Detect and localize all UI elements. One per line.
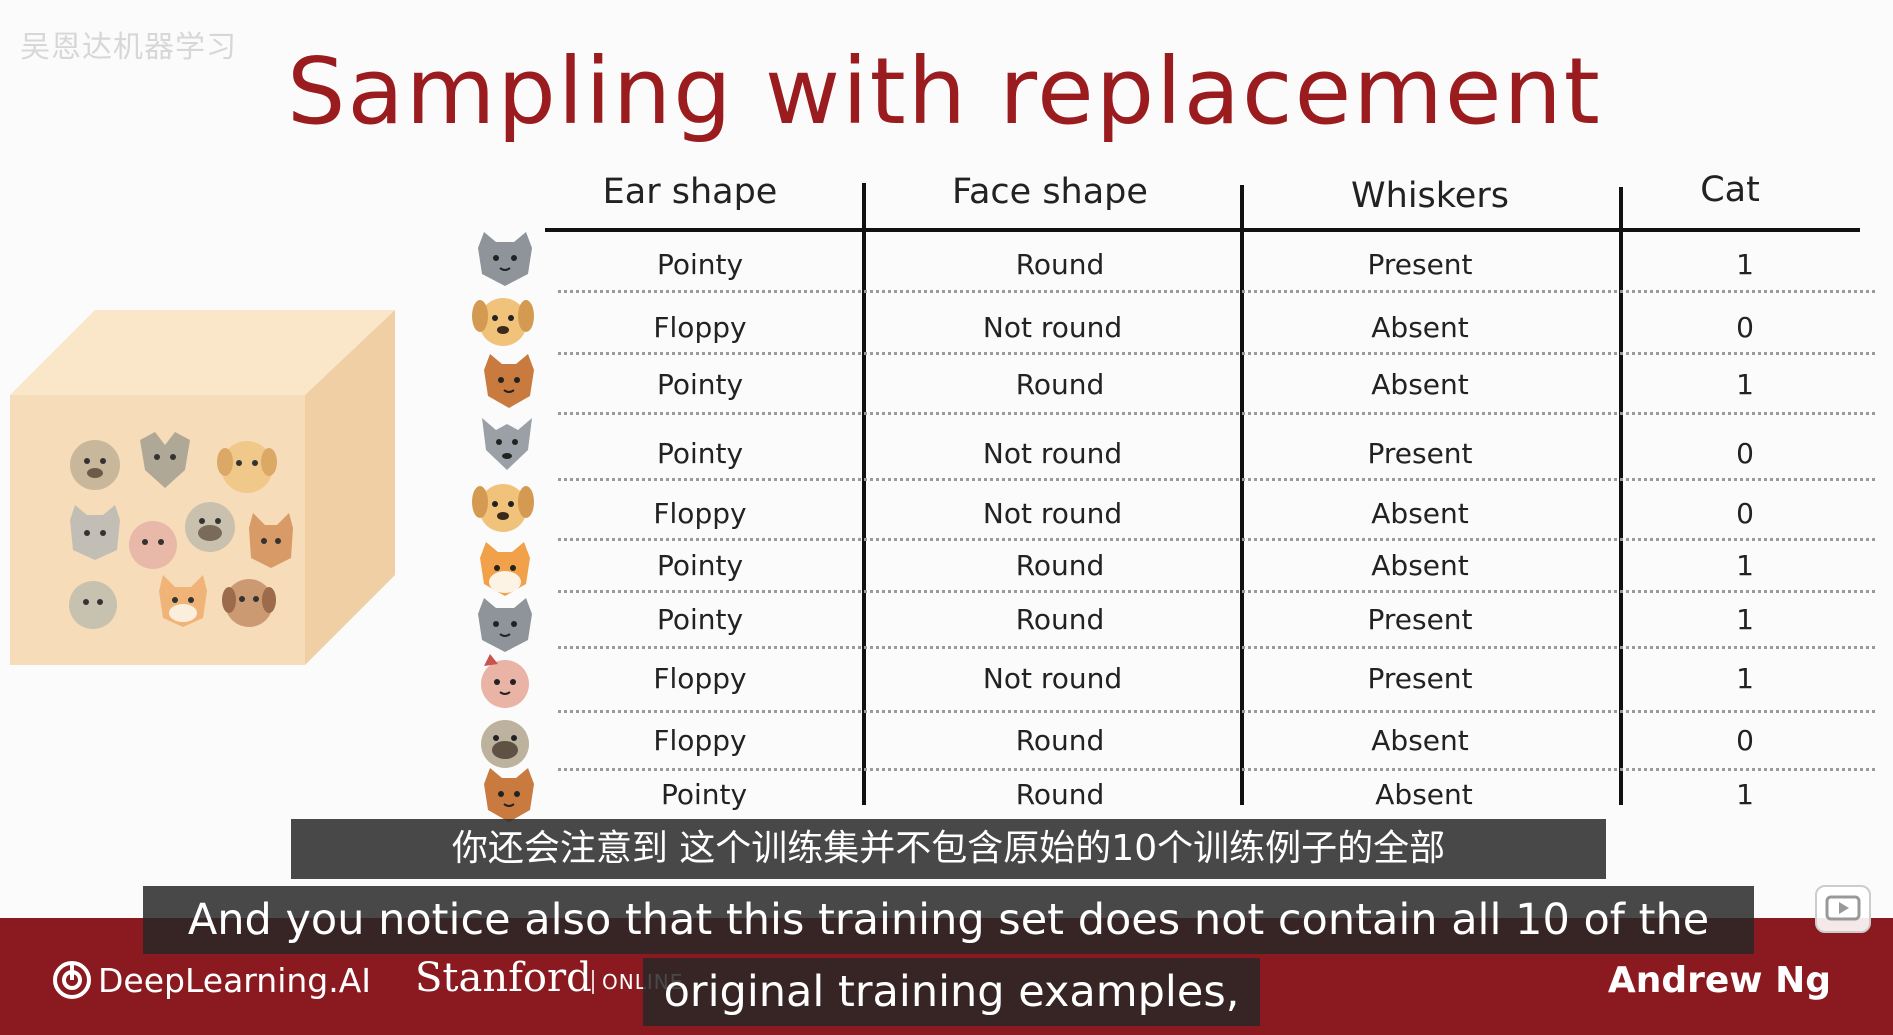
play-icon (1825, 895, 1861, 921)
row-separator (558, 290, 1875, 293)
cell-ear: Pointy (656, 248, 744, 281)
cell-face: Round (1015, 248, 1105, 281)
header-face-shape: Face shape (952, 172, 1148, 212)
yellow-dog-icon (472, 484, 534, 532)
cell-face: Round (1015, 724, 1105, 757)
cell-face: Not round (982, 311, 1123, 344)
cell-cat: 0 (1736, 311, 1754, 344)
row-separator (558, 478, 1875, 481)
stanford-logo: Stanford (415, 955, 592, 1001)
cell-whiskers: Absent (1375, 778, 1473, 811)
cell-cat: 1 (1736, 662, 1754, 695)
watermark-text: 吴恩达机器学习 (20, 30, 237, 65)
row-separator (558, 768, 1875, 771)
cell-face: Round (1015, 778, 1105, 811)
yellow-dog-icon (472, 298, 534, 346)
cell-ear: Floppy (653, 311, 747, 344)
gray-wolf-icon (482, 418, 532, 470)
cell-cat: 1 (1736, 603, 1754, 636)
cell-ear: Pointy (656, 603, 744, 636)
cell-ear: Floppy (653, 497, 747, 530)
cell-ear: Floppy (653, 662, 747, 695)
cell-face: Not round (982, 437, 1123, 470)
gray-cat-icon (478, 232, 532, 286)
header-underline (545, 228, 1860, 232)
orange-cat-icon (484, 354, 534, 408)
cell-face: Round (1015, 603, 1105, 636)
header-whiskers: Whiskers (1351, 176, 1509, 216)
column-divider-1 (862, 183, 866, 805)
cell-cat: 1 (1736, 549, 1754, 582)
column-divider-3 (1619, 187, 1623, 805)
pug-dog-icon (70, 440, 120, 490)
cell-face: Not round (982, 497, 1123, 530)
cell-whiskers: Absent (1371, 368, 1469, 401)
cell-ear: Pointy (656, 368, 744, 401)
deeplearning-text: DeepLearning.AI (98, 960, 372, 1000)
row-separator (558, 352, 1875, 355)
cell-whiskers: Present (1367, 437, 1473, 470)
cell-whiskers: Absent (1371, 311, 1469, 344)
subtitle-english-line2: original training examples, (643, 958, 1260, 1026)
row-separator (558, 710, 1875, 713)
cell-ear: Pointy (656, 437, 744, 470)
cell-ear: Floppy (653, 724, 747, 757)
subtitle-chinese: 你还会注意到 这个训练集并不包含原始的10个训练例子的全部 (291, 819, 1606, 879)
pug-dog-icon (481, 720, 529, 768)
subtitle-english-line1: And you notice also that this training s… (143, 886, 1754, 954)
row-separator (558, 646, 1875, 649)
cell-cat: 0 (1736, 437, 1754, 470)
orange-white-cat-icon (480, 542, 530, 596)
pink-cat-icon (129, 521, 177, 569)
slide-title: Sampling with replacement (287, 38, 1602, 145)
cell-ear: Pointy (660, 778, 748, 811)
cell-cat: 1 (1736, 248, 1754, 281)
cell-ear: Pointy (656, 549, 744, 582)
player-tv-icon[interactable] (1815, 885, 1871, 933)
pug-dog-icon-2 (185, 502, 235, 552)
column-divider-2 (1240, 185, 1244, 805)
row-separator (558, 538, 1875, 541)
cell-whiskers: Present (1367, 248, 1473, 281)
training-set-cube (10, 310, 395, 665)
cell-whiskers: Present (1367, 603, 1473, 636)
cell-whiskers: Absent (1371, 724, 1469, 757)
video-frame: 吴恩达机器学习 Sampling with replacement Ear sh… (0, 0, 1893, 1035)
cell-face: Round (1015, 549, 1105, 582)
row-separator (558, 590, 1875, 593)
deeplearning-logo: DeepLearning.AI (52, 960, 371, 1000)
header-cat: Cat (1700, 170, 1760, 210)
cell-face: Not round (982, 662, 1123, 695)
cell-cat: 1 (1736, 368, 1754, 401)
header-ear-shape: Ear shape (602, 172, 778, 212)
cell-face: Round (1015, 368, 1105, 401)
pink-cat-icon (481, 654, 529, 708)
presenter-name: Andrew Ng (1607, 960, 1831, 1001)
cell-whiskers: Present (1367, 662, 1473, 695)
gray-cat-icon-2 (69, 581, 117, 629)
orange-cat-icon (484, 768, 534, 822)
cell-cat: 0 (1736, 497, 1754, 530)
row-separator (558, 412, 1875, 415)
cell-whiskers: Absent (1371, 497, 1469, 530)
cell-cat: 0 (1736, 724, 1754, 757)
gray-cat-icon (478, 598, 532, 652)
cell-cat: 1 (1736, 778, 1754, 811)
deeplearning-logo-icon (53, 961, 91, 999)
cell-whiskers: Absent (1371, 549, 1469, 582)
